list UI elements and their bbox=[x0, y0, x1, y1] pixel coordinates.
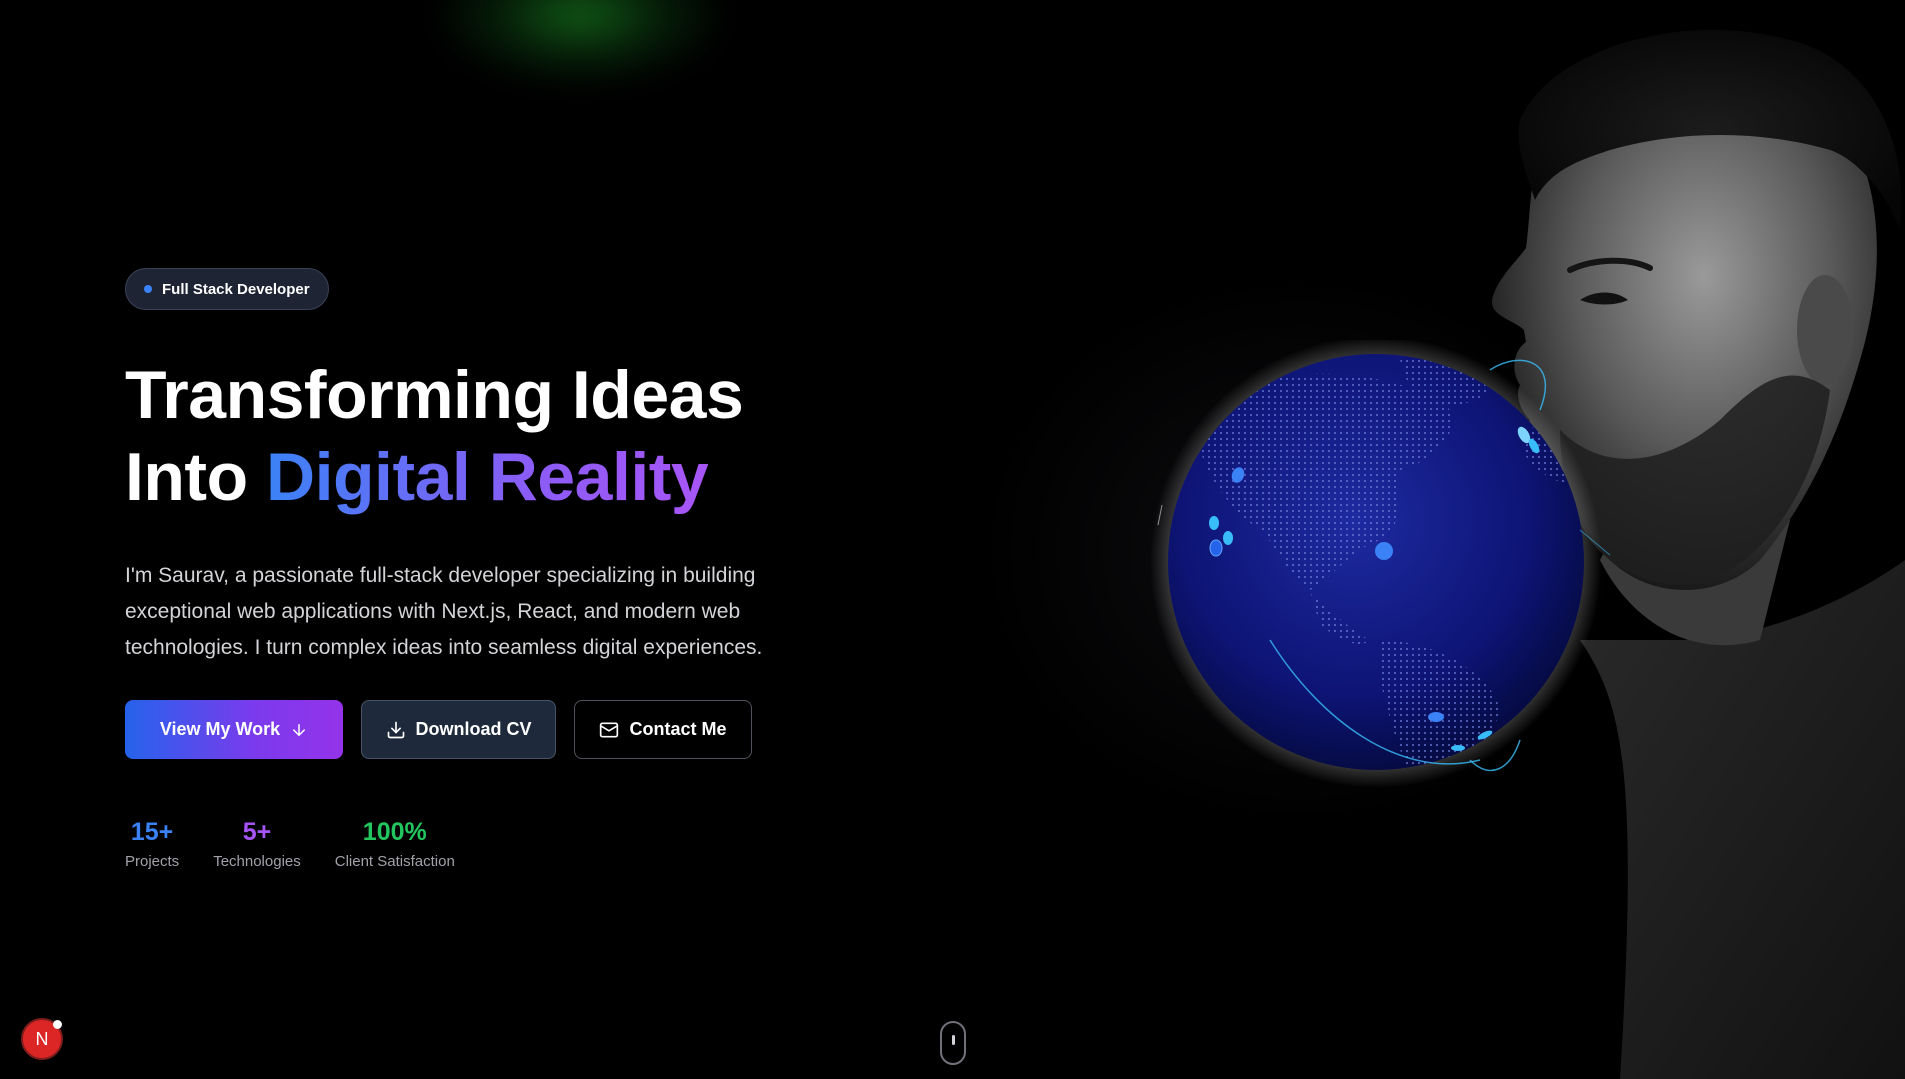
page-title: Transforming Ideas Into Digital Reality bbox=[125, 354, 845, 518]
download-icon bbox=[387, 721, 404, 738]
hero-page: Full Stack Developer Transforming Ideas … bbox=[0, 0, 1905, 1079]
notification-dot-icon bbox=[53, 1020, 62, 1029]
view-my-work-button[interactable]: View My Work bbox=[125, 700, 343, 759]
stat-value: 100% bbox=[362, 818, 427, 846]
stat-label: Technologies bbox=[213, 853, 301, 870]
download-cv-label: Download CV bbox=[415, 719, 532, 739]
stat-label: Projects bbox=[125, 853, 180, 870]
stat-label: Client Satisfaction bbox=[334, 853, 455, 870]
stat-technologies: 5+ Technologies bbox=[213, 817, 301, 870]
title-line-1: Transforming Ideas bbox=[125, 357, 744, 433]
mouse-wheel-icon bbox=[952, 1035, 955, 1045]
hero-description: I'm Saurav, a passionate full-stack deve… bbox=[125, 564, 763, 659]
stat-projects: 15+ Projects bbox=[125, 817, 179, 870]
cta-buttons: View My Work Download CV Contact Me bbox=[125, 700, 845, 759]
contact-me-label: Contact Me bbox=[629, 719, 727, 739]
scroll-down-indicator[interactable] bbox=[940, 1021, 966, 1065]
title-line-2-plain: Into bbox=[125, 439, 267, 515]
role-badge-label: Full Stack Developer bbox=[162, 280, 310, 298]
stat-value: 5+ bbox=[242, 818, 272, 846]
stats-row: 15+ Projects 5+ Technologies 100% Client… bbox=[125, 817, 845, 870]
download-cv-button[interactable]: Download CV bbox=[361, 700, 556, 759]
stat-client-satisfaction: 100% Client Satisfaction bbox=[335, 817, 455, 870]
view-my-work-label: View My Work bbox=[159, 719, 281, 739]
title-line-2-gradient: Digital Reality bbox=[266, 439, 709, 515]
mail-icon bbox=[600, 722, 619, 737]
contact-me-button[interactable]: Contact Me bbox=[574, 700, 752, 759]
world-globe-graphic bbox=[1150, 340, 1610, 788]
arrow-down-icon bbox=[293, 723, 306, 736]
avatar-letter: N bbox=[35, 1028, 49, 1049]
stat-value: 15+ bbox=[130, 818, 174, 846]
role-badge: Full Stack Developer bbox=[125, 268, 329, 310]
hero-content: Full Stack Developer Transforming Ideas … bbox=[125, 268, 845, 870]
status-dot-icon bbox=[144, 285, 152, 293]
green-glow-decoration bbox=[430, 0, 730, 90]
